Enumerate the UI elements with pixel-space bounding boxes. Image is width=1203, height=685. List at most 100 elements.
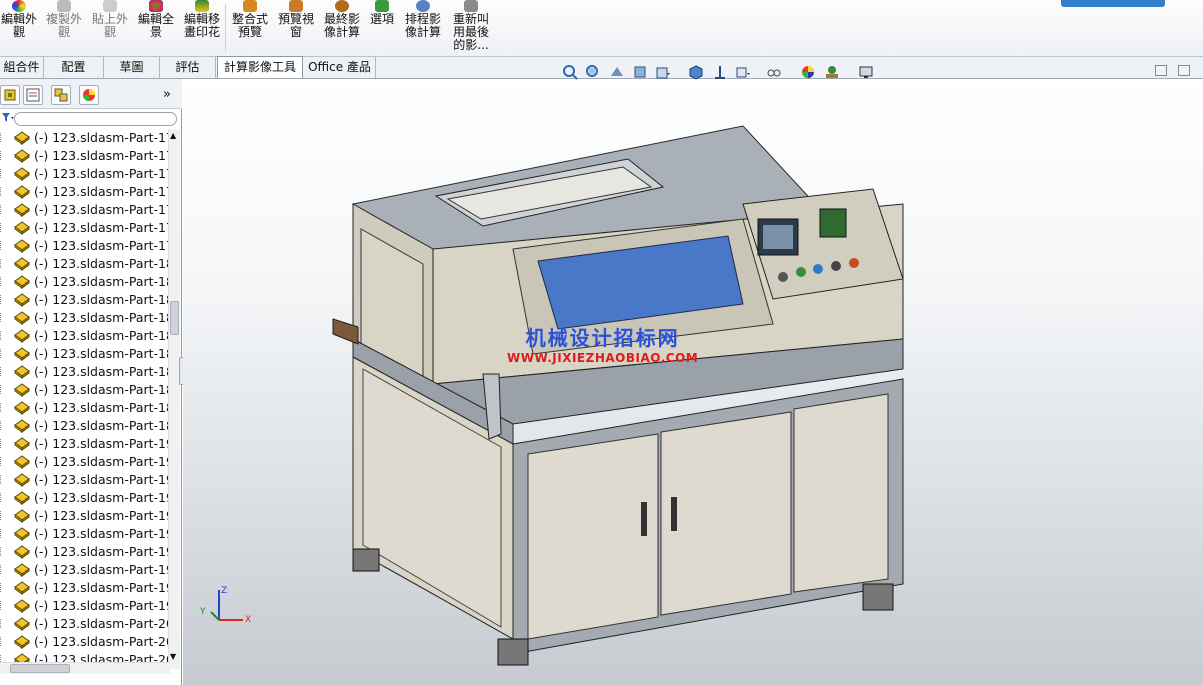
tab-configuration[interactable]: 配置 [44, 57, 104, 78]
expand-node-icon[interactable] [0, 601, 7, 610]
expand-node-icon[interactable] [0, 367, 7, 376]
expand-node-icon[interactable] [0, 637, 7, 646]
expand-node-icon[interactable] [0, 151, 7, 160]
property-manager-tab[interactable] [23, 85, 43, 105]
tree-horizontal-scrollbar[interactable] [0, 662, 170, 674]
tree-item[interactable]: (-) 123.sldasm-Part-197 [0, 561, 170, 579]
tree-item[interactable]: (-) 123.sldasm-Part-177 [0, 201, 170, 219]
tree-item[interactable]: (-) 123.sldasm-Part-186 [0, 363, 170, 381]
view-orientation-icon[interactable] [655, 64, 671, 80]
expand-node-icon[interactable] [0, 133, 7, 142]
copy-appearance-button[interactable]: 複製外 觀 [44, 0, 84, 39]
tile-viewport-icon[interactable] [1178, 65, 1190, 76]
tree-item[interactable]: (-) 123.sldasm-Part-182 [0, 291, 170, 309]
tree-item[interactable]: (-) 123.sldasm-Part-199 [0, 597, 170, 615]
edit-appearance-cube-icon[interactable] [735, 64, 751, 80]
expand-node-icon[interactable] [0, 295, 7, 304]
paste-appearance-button[interactable]: 貼上外 觀 [90, 0, 130, 39]
expand-node-icon[interactable] [0, 493, 7, 502]
edit-appearance-button[interactable]: 編輯外 觀 [0, 0, 38, 39]
expand-node-icon[interactable] [0, 583, 7, 592]
tree-item[interactable]: (-) 123.sldasm-Part-200 [0, 615, 170, 633]
view-settings-glasses-icon[interactable] [766, 64, 782, 80]
tree-item[interactable]: (-) 123.sldasm-Part-196 [0, 543, 170, 561]
scroll-up-arrow-icon[interactable]: ▲ [170, 131, 176, 140]
expand-node-icon[interactable] [0, 421, 7, 430]
tree-item[interactable]: (-) 123.sldasm-Part-185 [0, 345, 170, 363]
tree-item[interactable]: (-) 123.sldasm-Part-174 [0, 147, 170, 165]
zoom-to-fit-icon[interactable] [562, 64, 578, 80]
tree-item[interactable]: (-) 123.sldasm-Part-194 [0, 507, 170, 525]
expand-node-icon[interactable] [0, 529, 7, 538]
tree-item[interactable]: (-) 123.sldasm-Part-183 [0, 309, 170, 327]
final-render-button[interactable]: 最終影 像計算 [322, 0, 362, 39]
tree-item[interactable]: (-) 123.sldasm-Part-189 [0, 417, 170, 435]
expand-node-icon[interactable] [0, 313, 7, 322]
tab-assembly[interactable]: 組合件 [0, 57, 44, 78]
expand-node-icon[interactable] [0, 403, 7, 412]
expand-node-icon[interactable] [0, 187, 7, 196]
feature-manager-tab[interactable] [0, 85, 20, 105]
expand-node-icon[interactable] [0, 457, 7, 466]
expand-node-icon[interactable] [0, 223, 7, 232]
expand-node-icon[interactable] [0, 547, 7, 556]
tab-render-tools[interactable]: 計算影像工具 [217, 56, 303, 78]
tab-office-products[interactable]: Office 產品 [304, 57, 376, 78]
hide-show-items-icon[interactable] [712, 64, 728, 80]
section-view-icon[interactable] [632, 64, 648, 80]
expand-panel-chevron-icon[interactable]: » [163, 87, 171, 102]
edit-scene-button[interactable]: 編輯全 景 [136, 0, 176, 39]
tab-sketch[interactable]: 草圖 [104, 57, 160, 78]
apply-scene-icon[interactable] [824, 64, 840, 80]
expand-node-icon[interactable] [0, 385, 7, 394]
expand-node-icon[interactable] [0, 169, 7, 178]
tree-item[interactable]: (-) 123.sldasm-Part-201 [0, 633, 170, 651]
tree-item[interactable]: (-) 123.sldasm-Part-190 [0, 435, 170, 453]
tree-item[interactable]: (-) 123.sldasm-Part-179 [0, 237, 170, 255]
tree-scroll-thumb[interactable] [170, 301, 179, 335]
expand-node-icon[interactable] [0, 619, 7, 628]
previous-view-icon[interactable] [609, 64, 625, 80]
tree-item[interactable]: (-) 123.sldasm-Part-188 [0, 399, 170, 417]
expand-node-icon[interactable] [0, 241, 7, 250]
expand-node-icon[interactable] [0, 277, 7, 286]
preview-window-button[interactable]: 預覽視 窗 [276, 0, 316, 39]
graphics-area[interactable] [183, 79, 1203, 685]
appearance-ball-icon[interactable] [800, 64, 816, 80]
tree-item[interactable]: (-) 123.sldasm-Part-187 [0, 381, 170, 399]
tree-item[interactable]: (-) 123.sldasm-Part-178 [0, 219, 170, 237]
tree-item[interactable]: (-) 123.sldasm-Part-175 [0, 165, 170, 183]
integrated-preview-button[interactable]: 整合式 預覽 [230, 0, 270, 39]
display-style-cube-icon[interactable] [688, 64, 704, 80]
expand-node-icon[interactable] [0, 259, 7, 268]
schedule-render-button[interactable]: 排程影 像計算 [402, 0, 444, 39]
filter-icon[interactable] [1, 112, 15, 124]
view-monitor-icon[interactable] [858, 64, 874, 80]
tree-item[interactable]: (-) 123.sldasm-Part-193 [0, 489, 170, 507]
tab-evaluate[interactable]: 評估 [160, 57, 216, 78]
scroll-down-arrow-icon[interactable]: ▼ [170, 652, 176, 661]
expand-node-icon[interactable] [0, 511, 7, 520]
tree-item[interactable]: (-) 123.sldasm-Part-176 [0, 183, 170, 201]
tree-item[interactable]: (-) 123.sldasm-Part-173 [0, 129, 170, 147]
tree-item[interactable]: (-) 123.sldasm-Part-184 [0, 327, 170, 345]
expand-node-icon[interactable] [0, 331, 7, 340]
recall-last-render-button[interactable]: 重新叫 用最後 的影... [450, 0, 492, 52]
expand-node-icon[interactable] [0, 565, 7, 574]
expand-node-icon[interactable] [0, 349, 7, 358]
filter-input[interactable] [14, 112, 177, 126]
edit-decal-button[interactable]: 編輯移 畫印花 [182, 0, 222, 39]
tree-hscroll-thumb[interactable] [10, 664, 70, 673]
tree-item[interactable]: (-) 123.sldasm-Part-195 [0, 525, 170, 543]
appearance-manager-tab[interactable] [79, 85, 99, 105]
expand-node-icon[interactable] [0, 205, 7, 214]
tree-item[interactable]: (-) 123.sldasm-Part-198 [0, 579, 170, 597]
tree-item[interactable]: (-) 123.sldasm-Part-180 [0, 255, 170, 273]
options-button[interactable]: 選項 [366, 0, 398, 26]
expand-node-icon[interactable] [0, 439, 7, 448]
restore-viewport-icon[interactable] [1155, 65, 1167, 76]
tree-item[interactable]: (-) 123.sldasm-Part-192 [0, 471, 170, 489]
expand-node-icon[interactable] [0, 475, 7, 484]
tree-item[interactable]: (-) 123.sldasm-Part-191 [0, 453, 170, 471]
zoom-to-area-icon[interactable] [585, 64, 601, 80]
